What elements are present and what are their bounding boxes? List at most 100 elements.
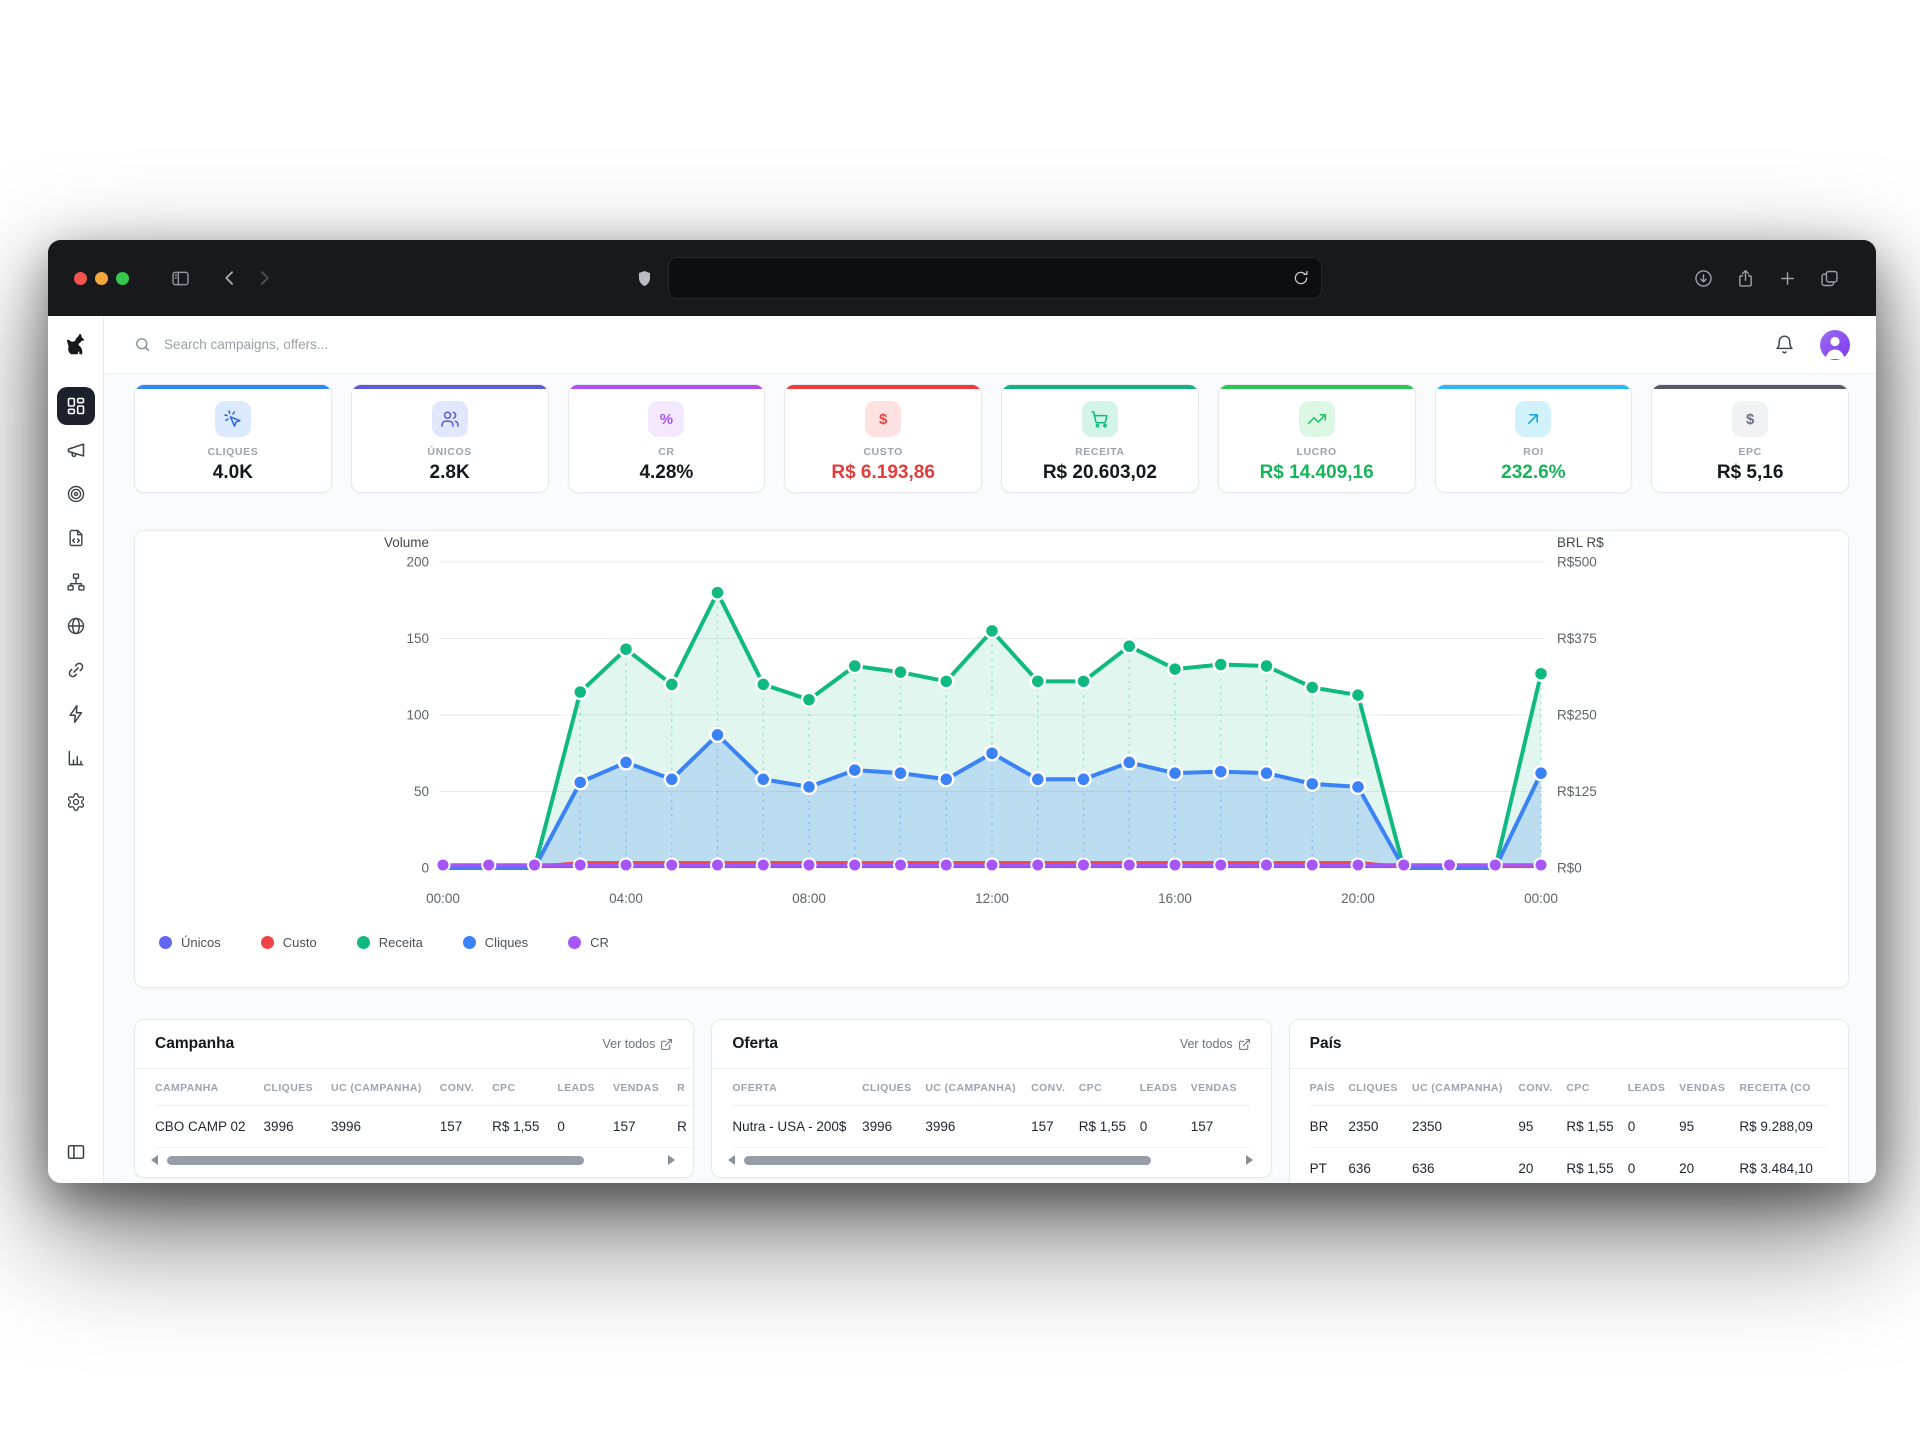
browser-sidebar-toggle-button[interactable] [163,261,197,295]
shield-icon[interactable] [635,269,654,288]
legend-item-cr[interactable]: CR [568,935,609,950]
column-header: CLIQUES [264,1069,331,1106]
minimize-window-button[interactable] [95,272,108,285]
scroll-left-arrow[interactable] [151,1155,158,1165]
ver-todos-link[interactable]: Ver todos [1180,1037,1251,1051]
kpi-label: ROI [1523,446,1543,458]
sidebar-item-domains[interactable] [57,607,95,645]
scroll-left-arrow[interactable] [728,1155,735,1165]
svg-text:12:00: 12:00 [975,891,1009,906]
dollar-icon: $ [865,401,901,437]
column-header: OFERTA [732,1069,862,1106]
table-row[interactable]: CBO CAMP 0239963996157R$ 1,550157R [155,1106,694,1148]
url-bar[interactable] [668,257,1322,299]
cart-icon [1082,401,1118,437]
reload-button[interactable] [1292,269,1310,287]
column-header: CPC [1079,1069,1140,1106]
sidebar-item-dashboard[interactable] [57,387,95,425]
search-input[interactable] [162,336,806,353]
table-cell: 157 [1031,1106,1079,1148]
column-header: VENDAS [1679,1069,1739,1106]
share-button[interactable] [1728,261,1762,295]
downloads-button[interactable] [1686,261,1720,295]
svg-text:R$375: R$375 [1557,631,1597,646]
sidebar-item-reports[interactable] [57,739,95,777]
scrollbar-thumb[interactable] [744,1156,1151,1165]
kpi-value: 2.8K [430,462,470,484]
legend-item-receita[interactable]: Receita [357,935,423,950]
table-cell: 0 [1140,1106,1191,1148]
column-header: LEADS [557,1069,613,1106]
notifications-button[interactable] [1774,334,1795,355]
layout-dashboard-icon [66,396,86,416]
forward-button[interactable] [247,261,281,295]
kpi-value: R$ 20.603,02 [1043,462,1157,484]
scrollbar-track[interactable] [165,1156,661,1165]
table-card-header: OfertaVer todos [712,1020,1270,1069]
back-button[interactable] [213,261,247,295]
kpi-label: CUSTO [863,446,903,458]
bar-chart-icon [66,748,86,768]
sidebar-item-campaigns[interactable] [57,431,95,469]
ver-todos-label: Ver todos [603,1037,656,1051]
scroll-right-arrow[interactable] [1246,1155,1253,1165]
sidebar-collapse-button[interactable] [66,1142,86,1167]
table-cell: 2350 [1412,1106,1518,1148]
search-icon [134,336,151,353]
app-logo[interactable] [62,316,89,373]
dashboard-content: CLIQUES4.0KÚNICOS2.8K%CR4.28%$CUSTOR$ 6.… [104,374,1876,1183]
legend-item-custo[interactable]: Custo [261,935,317,950]
sidebar-item-landers[interactable] [57,519,95,557]
sidebar-item-offers[interactable] [57,475,95,513]
zap-icon [66,704,86,724]
svg-text:00:00: 00:00 [1524,891,1558,906]
table-card-header: CampanhaVer todos [135,1020,693,1069]
scroll-right-arrow[interactable] [668,1155,675,1165]
legend-label: Cliques [485,935,528,950]
kpi-label: EPC [1738,446,1761,458]
close-window-button[interactable] [74,272,87,285]
column-header: R [677,1069,694,1106]
table-cell: 636 [1412,1148,1518,1184]
column-header: CAMPANHA [155,1069,264,1106]
table-row[interactable]: PT63663620R$ 1,55020R$ 3.484,10 [1310,1148,1828,1184]
legend-item-únicos[interactable]: Únicos [159,935,221,950]
table-card-1: OfertaVer todosOFERTACLIQUESUC (CAMPANHA… [711,1019,1271,1178]
table-cell: R [677,1106,694,1148]
kpi-label: LUCRO [1296,446,1336,458]
horizontal-scrollbar [712,1148,1270,1177]
sidebar-item-flows[interactable] [57,563,95,601]
column-header: PAÍS [1310,1069,1349,1106]
kpi-value: R$ 14.409,16 [1260,462,1374,484]
table-row[interactable]: BR2350235095R$ 1,55095R$ 9.288,09 [1310,1106,1828,1148]
zoom-window-button[interactable] [116,272,129,285]
table-header-row: OFERTACLIQUESUC (CAMPANHA)CONV.CPCLEADSV… [732,1069,1250,1106]
column-header: CPC [492,1069,557,1106]
sidebar-item-automations[interactable] [57,695,95,733]
table-cell: 157 [440,1106,492,1148]
kpi-accent-bar [785,385,981,389]
table-wrap: CAMPANHACLIQUESUC (CAMPANHA)CONV.CPCLEAD… [135,1069,693,1148]
tab-overview-button[interactable] [1812,261,1846,295]
new-tab-button[interactable] [1770,261,1804,295]
table-row[interactable]: Nutra - USA - 200$39963996157R$ 1,550157 [732,1106,1250,1148]
kpi-card-roi: ROI232.6% [1435,384,1633,493]
column-header: CONV. [1518,1069,1566,1106]
scrollbar-track[interactable] [742,1156,1238,1165]
column-header: VENDAS [1191,1069,1251,1106]
kpi-card-cr: %CR4.28% [568,384,766,493]
traffic-lights [74,272,129,285]
sidebar-item-settings[interactable] [57,783,95,821]
scrollbar-thumb[interactable] [167,1156,584,1165]
legend-dot [568,936,581,949]
kpi-accent-bar [135,385,331,389]
user-avatar[interactable] [1820,330,1850,360]
sidebar-item-links[interactable] [57,651,95,689]
ver-todos-link[interactable]: Ver todos [603,1037,674,1051]
column-header: CONV. [440,1069,492,1106]
svg-text:00:00: 00:00 [426,891,460,906]
legend-item-cliques[interactable]: Cliques [463,935,528,950]
table-cell: 2350 [1348,1106,1412,1148]
globe-icon [66,616,86,636]
svg-text:100: 100 [406,708,429,723]
